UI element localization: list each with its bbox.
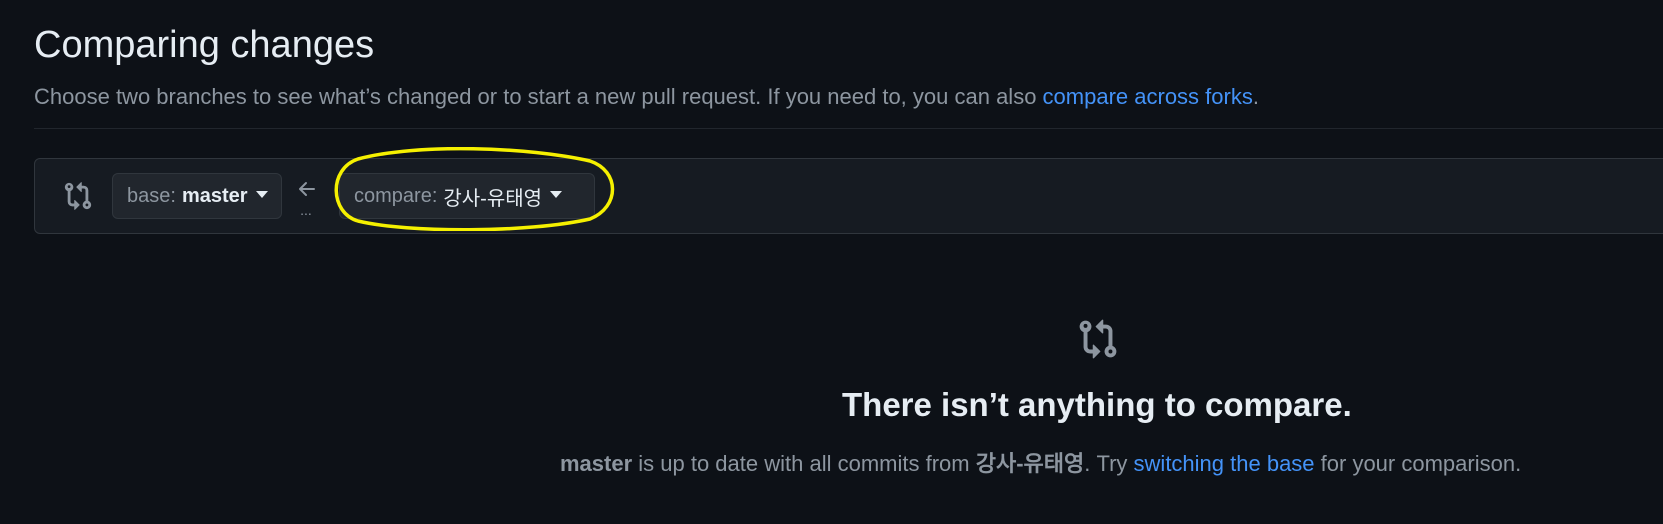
desc-try: . Try xyxy=(1084,451,1134,476)
caret-down-icon xyxy=(550,190,563,198)
compare-branch-button[interactable]: compare: 강사-유태영 xyxy=(339,173,595,219)
desc-mid: is up to date with all commits from xyxy=(632,451,976,476)
switching-the-base-link[interactable]: switching the base xyxy=(1134,451,1315,476)
compare-across-forks-link[interactable]: compare across forks xyxy=(1043,84,1253,109)
desc-compare-branch: 강사-유태영 xyxy=(975,451,1085,476)
empty-state-description: master is up to date with all commits fr… xyxy=(560,446,1521,478)
range-editor: base: master ... compare: 강사-유태영 xyxy=(34,158,1663,234)
arrow-left-icon: ... xyxy=(299,182,315,217)
ellipsis-label: ... xyxy=(300,202,312,217)
desc-end: for your comparison. xyxy=(1314,451,1522,476)
git-compare-icon xyxy=(64,182,92,210)
compare-prefix: compare: xyxy=(354,184,438,207)
compare-branch-name: 강사-유태영 xyxy=(443,187,543,210)
desc-base-branch: master xyxy=(560,451,633,476)
page-subtitle: Choose two branches to see what’s change… xyxy=(34,84,1259,110)
page-title: Comparing changes xyxy=(34,24,375,66)
empty-state-title: There isn’t anything to compare. xyxy=(842,386,1352,423)
base-prefix: base: xyxy=(127,184,176,207)
caret-down-icon xyxy=(255,190,268,198)
base-branch-name: master xyxy=(181,184,248,207)
subtitle-text: Choose two branches to see what’s change… xyxy=(34,84,1043,109)
base-branch-button[interactable]: base: master xyxy=(112,173,282,219)
divider xyxy=(34,128,1663,129)
subtitle-end: . xyxy=(1252,84,1259,109)
git-compare-icon xyxy=(1079,319,1117,359)
